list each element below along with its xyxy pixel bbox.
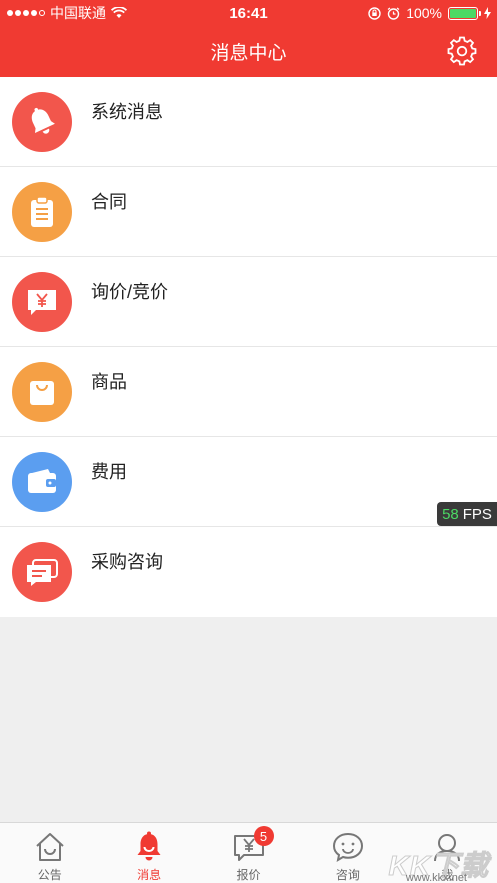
inquiry-icon-circle	[12, 272, 72, 332]
shopping-bag-icon	[30, 381, 54, 405]
tab-label: 报价	[236, 868, 261, 882]
yuan-chat-icon: 5	[232, 826, 274, 864]
tab-quotes[interactable]: 5 报价	[199, 823, 298, 883]
page-title: 消息中心	[210, 43, 287, 64]
list-item-contract[interactable]: 合同	[0, 167, 497, 257]
wallet-icon	[28, 469, 56, 493]
list-item-label: 采购咨询	[91, 552, 163, 572]
list-item-label: 费用	[91, 462, 127, 482]
system-messages-icon-circle	[12, 92, 72, 152]
list-item-label: 系统消息	[91, 102, 163, 122]
bottom-tab-bar: 公告 消息 5 报价 咨询 我	[0, 822, 497, 883]
rotation-lock-icon	[368, 6, 381, 20]
fees-icon-circle	[12, 452, 72, 512]
unread-badge: 5	[253, 826, 274, 846]
list-item-label: 商品	[91, 372, 127, 392]
contract-icon-circle	[12, 182, 72, 242]
list-item-fees[interactable]: 费用	[0, 437, 497, 527]
charging-icon	[484, 7, 491, 19]
tab-consult[interactable]: 咨询	[298, 823, 397, 883]
status-right: 100%	[368, 0, 491, 26]
list-item-label: 询价/竞价	[91, 282, 169, 302]
messages-icon	[27, 559, 58, 586]
fps-counter: 58 FPS	[437, 502, 497, 526]
list-item-system-messages[interactable]: 系统消息	[0, 77, 497, 167]
smile-chat-icon	[331, 830, 365, 864]
battery-fill	[450, 8, 476, 18]
list-item-procurement-consult[interactable]: 采购咨询	[0, 527, 497, 617]
consult-icon-circle	[12, 542, 72, 602]
battery-percent: 100%	[406, 5, 442, 21]
nav-bar: 消息中心	[0, 26, 497, 77]
alarm-icon	[387, 7, 400, 20]
tab-label: 公告	[37, 868, 62, 882]
products-icon-circle	[12, 362, 72, 422]
tab-label: 我	[441, 868, 454, 882]
tab-label: 咨询	[335, 868, 360, 882]
tab-announcements[interactable]: 公告	[0, 823, 99, 883]
battery-icon	[448, 6, 481, 20]
list-item-label: 合同	[91, 192, 127, 212]
settings-button[interactable]	[447, 36, 477, 66]
user-icon	[430, 830, 464, 864]
tab-label: 消息	[137, 868, 162, 882]
status-bar: 中国联通 16:41 100%	[0, 0, 497, 26]
list-item-inquiry-bidding[interactable]: 询价/竞价	[0, 257, 497, 347]
tab-messages[interactable]: 消息	[99, 823, 198, 883]
tab-me[interactable]: 我	[398, 823, 497, 883]
home-icon	[33, 830, 67, 864]
fps-unit: FPS	[462, 505, 492, 523]
bell-icon	[132, 830, 166, 864]
message-category-list: 系统消息 合同 询价/竞价 商品 费用 采购咨询	[0, 77, 497, 617]
gear-icon	[447, 36, 477, 66]
clipboard-icon	[31, 196, 53, 227]
list-item-products[interactable]: 商品	[0, 347, 497, 437]
fps-value: 58	[442, 505, 459, 523]
bell-icon	[31, 107, 55, 134]
yuan-chat-icon	[28, 290, 56, 315]
